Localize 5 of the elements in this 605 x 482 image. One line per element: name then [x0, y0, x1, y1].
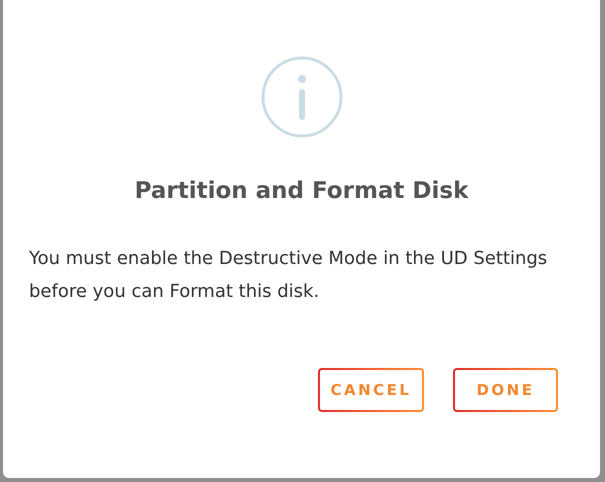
done-button[interactable]: DONE — [453, 368, 558, 412]
info-icon — [260, 56, 342, 138]
dialog-title: Partition and Format Disk — [134, 178, 468, 204]
cancel-button[interactable]: CANCEL — [318, 368, 424, 412]
dialog-message: You must enable the Destructive Mode in the UD Settings before you can Format this disk. — [29, 247, 548, 304]
